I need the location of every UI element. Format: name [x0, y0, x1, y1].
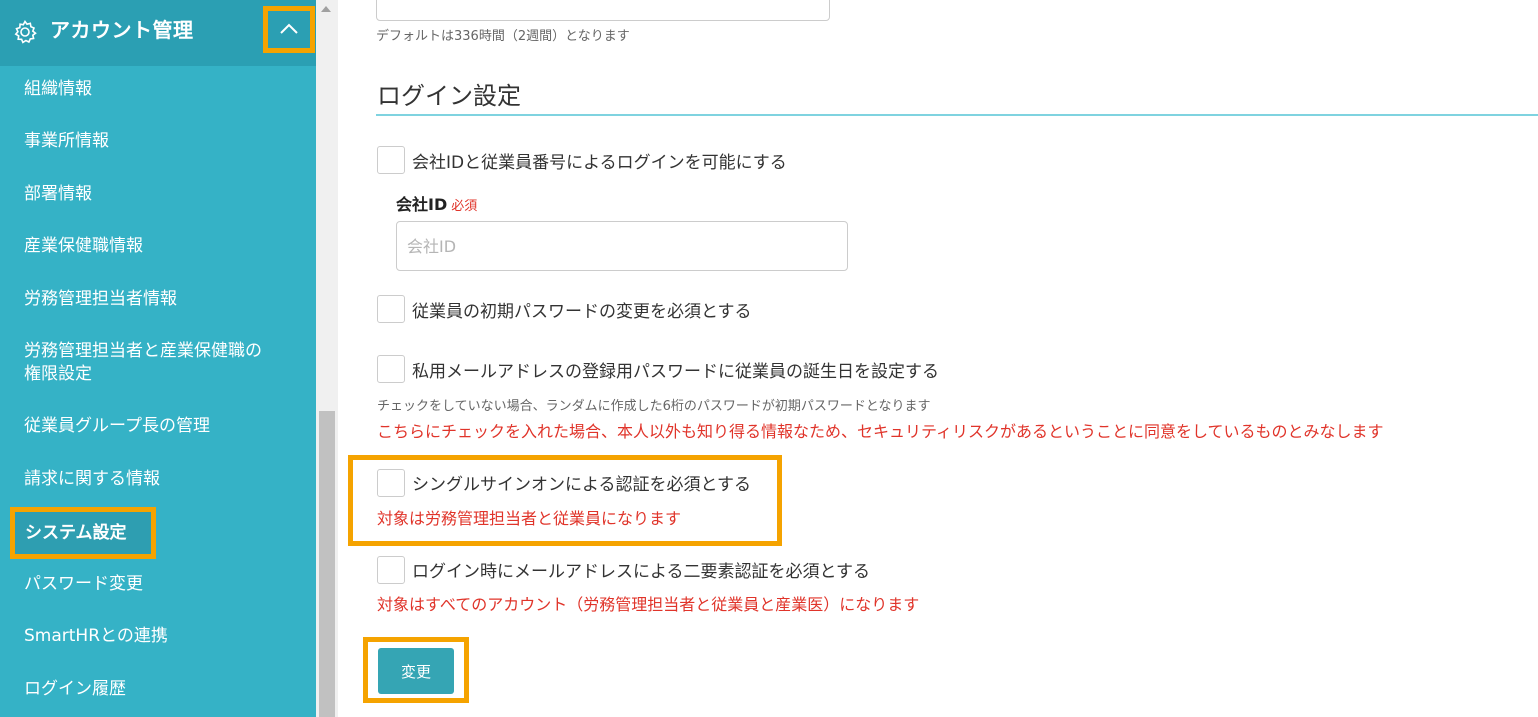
session-duration-input[interactable] [376, 0, 830, 21]
sidebar-title: アカウント管理 [50, 18, 194, 42]
session-duration-hint: デフォルトは336時間（2週間）となります [376, 29, 630, 44]
sso-highlight-box [348, 455, 782, 546]
two-factor-note: 対象はすべてのアカウント（労務管理担当者と従業員と産業医）になります [377, 595, 920, 614]
scrollbar[interactable] [316, 0, 338, 717]
scrollbar-thumb[interactable] [319, 411, 335, 717]
company-id-label: 会社ID 必須 [396, 191, 477, 215]
sidebar-item-system-settings[interactable]: システム設定 [10, 507, 156, 559]
sidebar-item-offices[interactable]: 事業所情報 [24, 130, 109, 153]
sso-required-label: シングルサインオンによる認証を必須とする [412, 475, 751, 495]
sidebar-item-group-leaders[interactable]: 従業員グループ長の管理 [24, 415, 210, 438]
sidebar-item-departments[interactable]: 部署情報 [24, 183, 92, 206]
birthday-password-checkbox[interactable] [377, 355, 405, 383]
sidebar-item-smarthr[interactable]: SmartHRとの連携 [24, 625, 168, 648]
required-badge: 必須 [451, 199, 478, 214]
collapse-button[interactable] [263, 6, 315, 53]
company-id-login-label: 会社IDと従業員番号によるログインを可能にする [412, 153, 787, 173]
main-content: デフォルトは336時間（2週間）となります ログイン設定 会社IDと従業員番号に… [338, 0, 1538, 717]
section-divider [376, 114, 1538, 116]
two-factor-checkbox[interactable] [377, 556, 405, 584]
gear-icon [14, 20, 37, 44]
company-id-input[interactable] [396, 221, 848, 271]
birthday-password-label: 私用メールアドレスの登録用パスワードに従業員の誕生日を設定する [412, 362, 939, 382]
sidebar-header: アカウント管理 [0, 0, 316, 66]
scroll-up-arrow-icon[interactable] [321, 6, 331, 12]
company-id-label-text: 会社ID [396, 195, 448, 214]
birthday-password-warning: こちらにチェックを入れた場合、本人以外も知り得る情報なため、セキュリティリスクが… [377, 422, 1384, 441]
chevron-up-icon [280, 23, 298, 34]
sidebar-item-permissions[interactable]: 労務管理担当者と産業保健職の 権限設定 [24, 340, 262, 386]
initial-password-change-label: 従業員の初期パスワードの変更を必須とする [412, 302, 752, 322]
sidebar-item-organization[interactable]: 組織情報 [24, 78, 92, 101]
two-factor-label: ログイン時にメールアドレスによる二要素認証を必須とする [412, 562, 870, 582]
sidebar-item-billing[interactable]: 請求に関する情報 [24, 468, 160, 491]
section-title: ログイン設定 [377, 82, 521, 110]
sidebar: アカウント管理 組織情報 事業所情報 部署情報 産業保健職情報 労務管理担当者情… [0, 0, 316, 717]
sso-note: 対象は労務管理担当者と従業員になります [377, 509, 682, 528]
sidebar-item-health-staff[interactable]: 産業保健職情報 [24, 235, 143, 258]
sidebar-item-labor-managers[interactable]: 労務管理担当者情報 [24, 288, 177, 311]
company-id-login-checkbox[interactable] [377, 146, 405, 174]
initial-password-change-checkbox[interactable] [377, 295, 405, 323]
birthday-password-hint: チェックをしていない場合、ランダムに作成した6桁のパスワードが初期パスワードとな… [377, 399, 931, 414]
sidebar-item-password-change[interactable]: パスワード変更 [24, 573, 143, 596]
sso-required-checkbox[interactable] [377, 469, 405, 497]
submit-button[interactable]: 変更 [378, 648, 454, 694]
sidebar-item-login-history[interactable]: ログイン履歴 [24, 678, 126, 701]
